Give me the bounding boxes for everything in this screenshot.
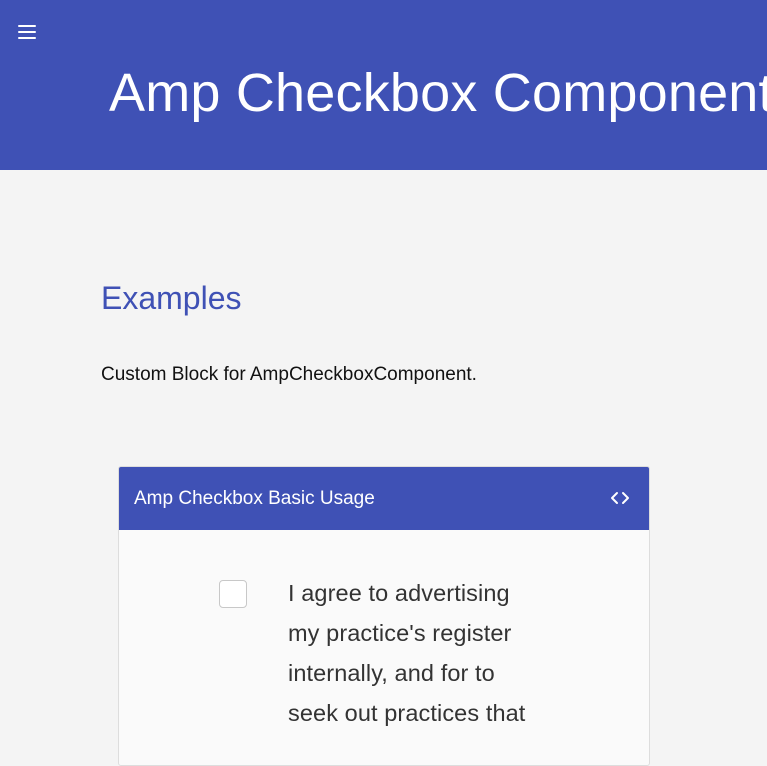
view-source-button[interactable] xyxy=(609,489,631,507)
checkbox-label: I agree to advertising my practice's reg… xyxy=(288,580,526,726)
menu-icon xyxy=(18,25,36,39)
section-description: Custom Block for AmpCheckboxComponent. xyxy=(101,364,477,385)
example-card: Amp Checkbox Basic Usage I agree to adve… xyxy=(118,466,650,766)
agreement-checkbox[interactable] xyxy=(219,580,247,608)
card-header: Amp Checkbox Basic Usage xyxy=(119,467,649,530)
section-title: Examples xyxy=(101,280,242,316)
top-app-bar: Amp Checkbox Component xyxy=(0,0,767,170)
menu-button[interactable] xyxy=(16,22,40,42)
page-title: Amp Checkbox Component xyxy=(109,63,767,123)
code-icon xyxy=(611,492,629,504)
card-title: Amp Checkbox Basic Usage xyxy=(134,488,375,509)
